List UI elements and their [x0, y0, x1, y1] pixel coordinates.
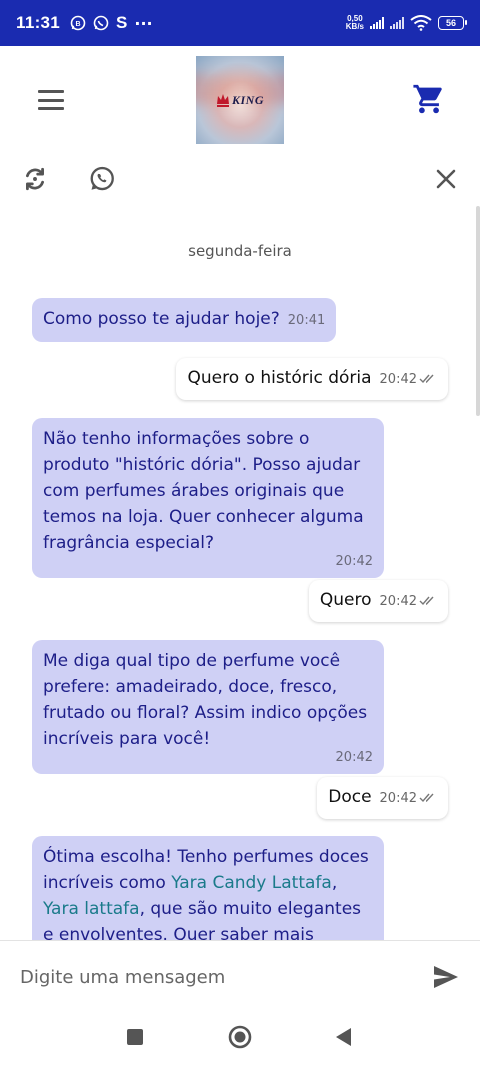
status-bar: 11:31 B S ··· 0,50 KB/s 56	[0, 0, 480, 46]
square-icon	[127, 1029, 143, 1045]
bot-message: Como posso te ajudar hoje? 20:41	[32, 298, 337, 342]
user-message: Quero o históric dória 20:42	[176, 358, 448, 400]
menu-icon[interactable]	[38, 90, 64, 110]
wifi-icon	[410, 15, 432, 31]
message-time: 20:42	[379, 372, 417, 387]
whatsapp-business-icon: B	[70, 15, 86, 31]
user-message: Doce 20:42	[317, 777, 448, 819]
svg-text:B: B	[76, 21, 81, 28]
message-time: 20:42	[379, 594, 417, 609]
scrollbar[interactable]	[476, 206, 480, 416]
network-speed: 0,50 KB/s	[345, 14, 364, 31]
close-button[interactable]	[431, 164, 461, 194]
store-logo[interactable]: KING	[196, 56, 284, 144]
message-time: 20:42	[335, 554, 373, 569]
s-app-icon: S	[116, 13, 128, 32]
app-header: KING	[0, 46, 480, 154]
product-link[interactable]: Yara Candy Lattafa	[171, 873, 332, 893]
user-message: Quero 20:42	[308, 580, 448, 622]
chat-toolbar	[0, 154, 480, 206]
crown-icon	[216, 94, 229, 107]
logo-text: KING	[231, 92, 264, 107]
navigation-bar	[0, 1010, 480, 1066]
message-time: 20:42	[379, 791, 417, 806]
home-circle-icon	[228, 1025, 252, 1049]
system-status: 0,50 KB/s 56	[345, 14, 467, 31]
status-time: 11:31	[16, 13, 61, 32]
message-input[interactable]	[20, 963, 410, 991]
signal-icon-2	[390, 17, 404, 29]
cart-button[interactable]	[412, 82, 446, 116]
chat-messages[interactable]: segunda-feira Como posso te ajudar hoje?…	[0, 206, 480, 940]
refresh-icon	[26, 167, 44, 191]
message-time: 20:42	[335, 750, 373, 765]
bot-message: Ótima escolha! Tenho perfumes doces incr…	[32, 836, 384, 940]
product-link[interactable]: Yara lattafa	[43, 899, 140, 919]
close-icon	[436, 169, 456, 189]
bot-message: Me diga qual tipo de perfume você prefer…	[32, 640, 384, 774]
more-dots-icon: ···	[134, 13, 153, 33]
whatsapp-button[interactable]	[87, 164, 117, 194]
read-receipt-icon	[419, 596, 434, 606]
read-receipt-icon	[419, 793, 434, 803]
message-time: 20:41	[287, 313, 326, 328]
back-triangle-icon	[336, 1028, 351, 1046]
cart-icon	[413, 84, 442, 114]
battery-icon: 56	[438, 16, 467, 30]
bot-message: Não tenho informações sobre o produto "h…	[32, 418, 384, 578]
refresh-button[interactable]	[20, 164, 50, 194]
back-button[interactable]	[328, 1022, 358, 1052]
whatsapp-icon	[93, 15, 109, 31]
message-composer	[0, 940, 480, 1010]
notification-icons: B S ···	[70, 13, 153, 33]
read-receipt-icon	[419, 374, 434, 384]
send-icon	[434, 966, 458, 988]
whatsapp-icon	[90, 166, 114, 191]
signal-icon	[370, 17, 384, 29]
send-button[interactable]	[430, 961, 462, 993]
home-button[interactable]	[225, 1022, 255, 1052]
recent-apps-button[interactable]	[120, 1022, 150, 1052]
day-separator: segunda-feira	[188, 242, 292, 260]
